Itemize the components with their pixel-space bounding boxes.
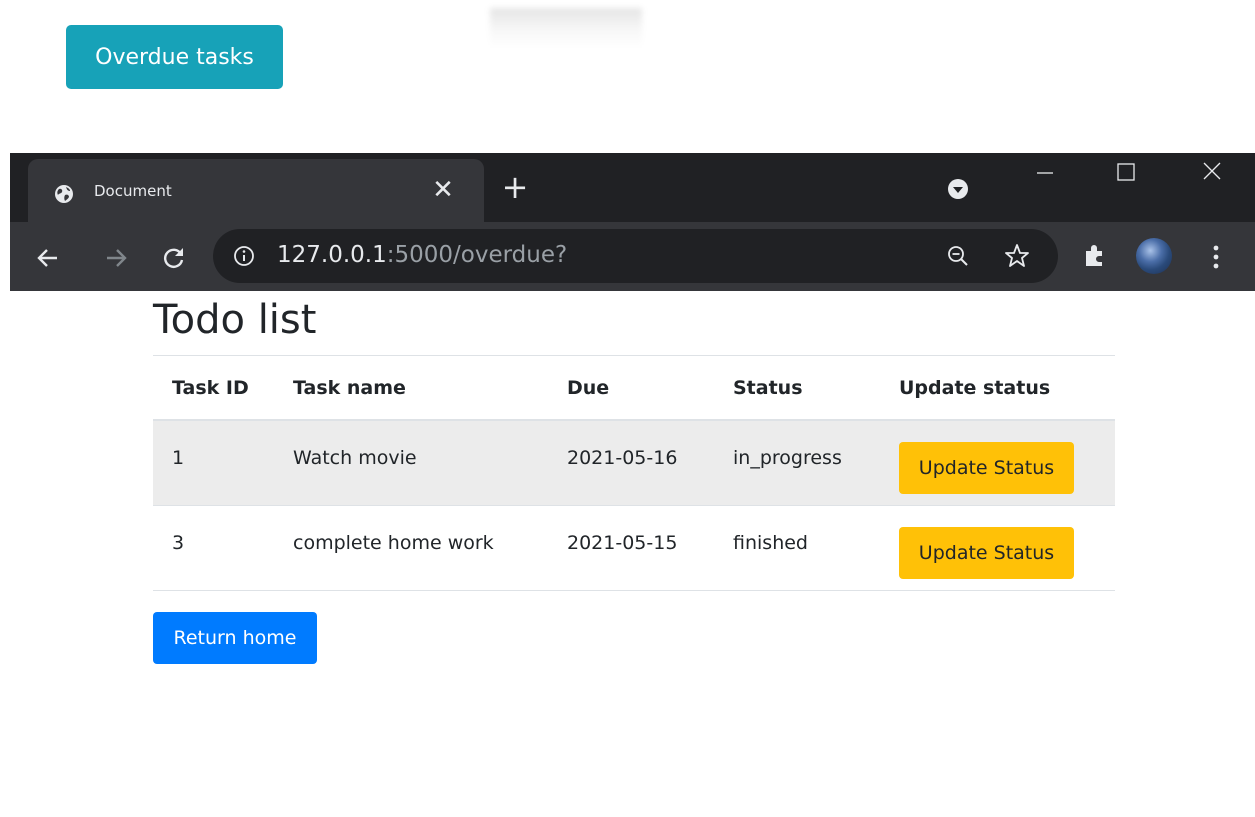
url-host: 127.0.0.1 (277, 242, 387, 268)
table-row: 3 complete home work 2021-05-15 finished… (153, 505, 1115, 591)
tab-strip: Document ✕ + (10, 153, 1255, 222)
forward-icon[interactable] (102, 244, 130, 272)
due-cell: 2021-05-16 (548, 420, 714, 506)
browser-chrome: Document ✕ + 127.0.0.1:5000/overdue? (10, 153, 1255, 291)
column-header-task-id: Task ID (153, 357, 274, 421)
column-header-task-name: Task name (274, 357, 548, 421)
globe-icon (55, 185, 73, 203)
address-bar[interactable]: 127.0.0.1:5000/overdue? (213, 229, 1058, 283)
task-name-cell: complete home work (274, 505, 548, 591)
update-status-cell: Update Status (880, 505, 1115, 591)
due-cell: 2021-05-15 (548, 505, 714, 591)
url-text[interactable]: 127.0.0.1:5000/overdue? (277, 242, 567, 268)
tasks-table: Task ID Task name Due Status Update stat… (153, 357, 1115, 591)
overdue-tasks-button[interactable]: Overdue tasks (66, 25, 283, 89)
star-icon[interactable] (1003, 242, 1031, 270)
reload-icon[interactable] (160, 244, 188, 272)
update-status-cell: Update Status (880, 420, 1115, 506)
task-id-cell: 1 (153, 420, 274, 506)
return-home-button[interactable]: Return home (153, 612, 317, 664)
extensions-icon[interactable] (1082, 242, 1108, 268)
browser-tab[interactable]: Document ✕ (28, 159, 484, 222)
minimize-icon[interactable] (1015, 153, 1075, 193)
shadow-artifact (490, 8, 642, 48)
table-row: 1 Watch movie 2021-05-16 in_progress Upd… (153, 420, 1115, 506)
url-path: :5000/overdue? (386, 242, 568, 268)
column-header-status: Status (714, 357, 880, 421)
status-cell: finished (714, 505, 880, 591)
status-cell: in_progress (714, 420, 880, 506)
task-id-cell: 3 (153, 505, 274, 591)
plus-icon[interactable]: + (500, 171, 530, 203)
browser-toolbar: 127.0.0.1:5000/overdue? (10, 222, 1255, 291)
update-status-button[interactable]: Update Status (899, 527, 1074, 579)
menu-icon[interactable] (1204, 242, 1228, 272)
column-header-due: Due (548, 357, 714, 421)
update-status-button[interactable]: Update Status (899, 442, 1074, 494)
column-header-update-status: Update status (880, 357, 1115, 421)
zoom-out-icon[interactable] (945, 243, 971, 269)
back-icon[interactable] (34, 244, 62, 272)
close-icon[interactable]: ✕ (428, 175, 458, 205)
task-name-cell: Watch movie (274, 420, 548, 506)
info-icon[interactable] (233, 245, 255, 267)
table-header-row: Task ID Task name Due Status Update stat… (153, 357, 1115, 421)
tab-title: Document (94, 182, 172, 200)
maximize-icon[interactable] (1095, 153, 1155, 193)
title-divider (153, 355, 1115, 356)
tab-search-icon[interactable] (947, 178, 969, 200)
avatar[interactable] (1136, 238, 1172, 274)
window-close-icon[interactable] (1182, 153, 1242, 193)
page-title: Todo list (153, 297, 317, 343)
